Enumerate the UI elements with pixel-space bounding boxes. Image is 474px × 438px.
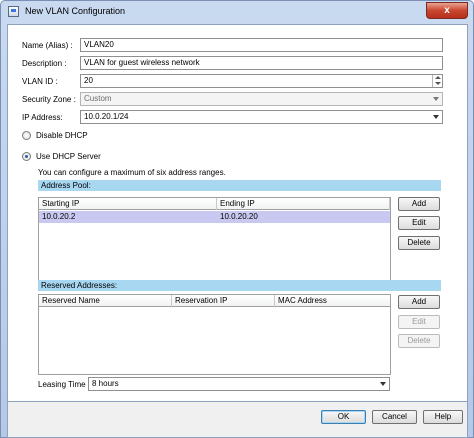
description-label: Description : (22, 59, 67, 68)
vlan-id-label: VLAN ID : (22, 77, 58, 86)
reserved-add-button[interactable]: Add (398, 295, 440, 309)
address-pool-columns: Starting IP Ending IP (39, 198, 390, 210)
name-label: Name (Alias) : (22, 41, 73, 50)
use-dhcp-server-radio[interactable] (22, 152, 31, 161)
dialog-content: Name (Alias) : VLAN20 Description : VLAN… (7, 24, 468, 402)
leasing-time-label: Leasing Time (38, 380, 86, 389)
column-mac-address[interactable]: MAC Address (275, 295, 390, 307)
security-zone-value: Custom (84, 94, 112, 103)
reserved-addresses-table[interactable]: Reserved Name Reservation IP MAC Address (38, 294, 391, 375)
chevron-down-icon (380, 382, 386, 386)
leasing-time-select[interactable]: 8 hours (88, 377, 390, 391)
column-reserved-name[interactable]: Reserved Name (39, 295, 172, 307)
ip-address-select[interactable]: 10.0.20.1/24 (80, 110, 443, 124)
address-pool-table[interactable]: Starting IP Ending IP 10.0.20.2 10.0.20.… (38, 197, 391, 283)
leasing-time-value: 8 hours (92, 379, 119, 388)
vlan-id-spinner[interactable] (432, 75, 442, 87)
cancel-button[interactable]: Cancel (372, 410, 417, 424)
dialog-window: New VLAN Configuration x Name (Alias) : … (0, 0, 474, 438)
close-button[interactable]: x (426, 2, 468, 19)
security-zone-select[interactable]: Custom (80, 92, 443, 106)
reserved-edit-button[interactable]: Edit (398, 315, 440, 329)
reserved-columns: Reserved Name Reservation IP MAC Address (39, 295, 390, 307)
window-app-icon (8, 6, 19, 17)
pool-add-button[interactable]: Add (398, 197, 440, 211)
vlan-id-stepper[interactable]: 20 (80, 74, 443, 88)
dialog-footer: OK Cancel Help (7, 402, 468, 438)
ok-button[interactable]: OK (321, 410, 366, 424)
pool-edit-button[interactable]: Edit (398, 216, 440, 230)
reserved-addresses-header: Reserved Addresses: (38, 280, 441, 291)
spin-down-icon[interactable] (433, 81, 442, 87)
dhcp-hint: You can configure a maximum of six addre… (38, 168, 226, 177)
address-pool-header: Address Pool: (38, 180, 441, 191)
chevron-down-icon (433, 97, 439, 101)
column-starting-ip[interactable]: Starting IP (39, 198, 217, 210)
ending-ip-cell: 10.0.20.20 (220, 212, 258, 221)
title-bar[interactable]: New VLAN Configuration x (1, 1, 473, 23)
vlan-id-value: 20 (84, 76, 93, 85)
reserved-delete-button[interactable]: Delete (398, 334, 440, 348)
description-input[interactable]: VLAN for guest wireless network (80, 56, 443, 70)
pool-delete-button[interactable]: Delete (398, 236, 440, 250)
use-dhcp-server-label[interactable]: Use DHCP Server (36, 152, 101, 161)
name-input[interactable]: VLAN20 (80, 38, 443, 52)
ip-address-label: IP Address: (22, 113, 63, 122)
security-zone-label: Security Zone : (22, 95, 76, 104)
disable-dhcp-radio[interactable] (22, 131, 31, 140)
column-reservation-ip[interactable]: Reservation IP (172, 295, 275, 307)
disable-dhcp-label[interactable]: Disable DHCP (36, 131, 88, 140)
window-title: New VLAN Configuration (25, 6, 126, 16)
table-row[interactable]: 10.0.20.2 10.0.20.20 (39, 211, 390, 223)
column-ending-ip[interactable]: Ending IP (217, 198, 390, 210)
ip-address-value: 10.0.20.1/24 (84, 112, 129, 121)
chevron-down-icon (433, 115, 439, 119)
starting-ip-cell: 10.0.20.2 (42, 212, 76, 221)
help-button[interactable]: Help (423, 410, 463, 424)
